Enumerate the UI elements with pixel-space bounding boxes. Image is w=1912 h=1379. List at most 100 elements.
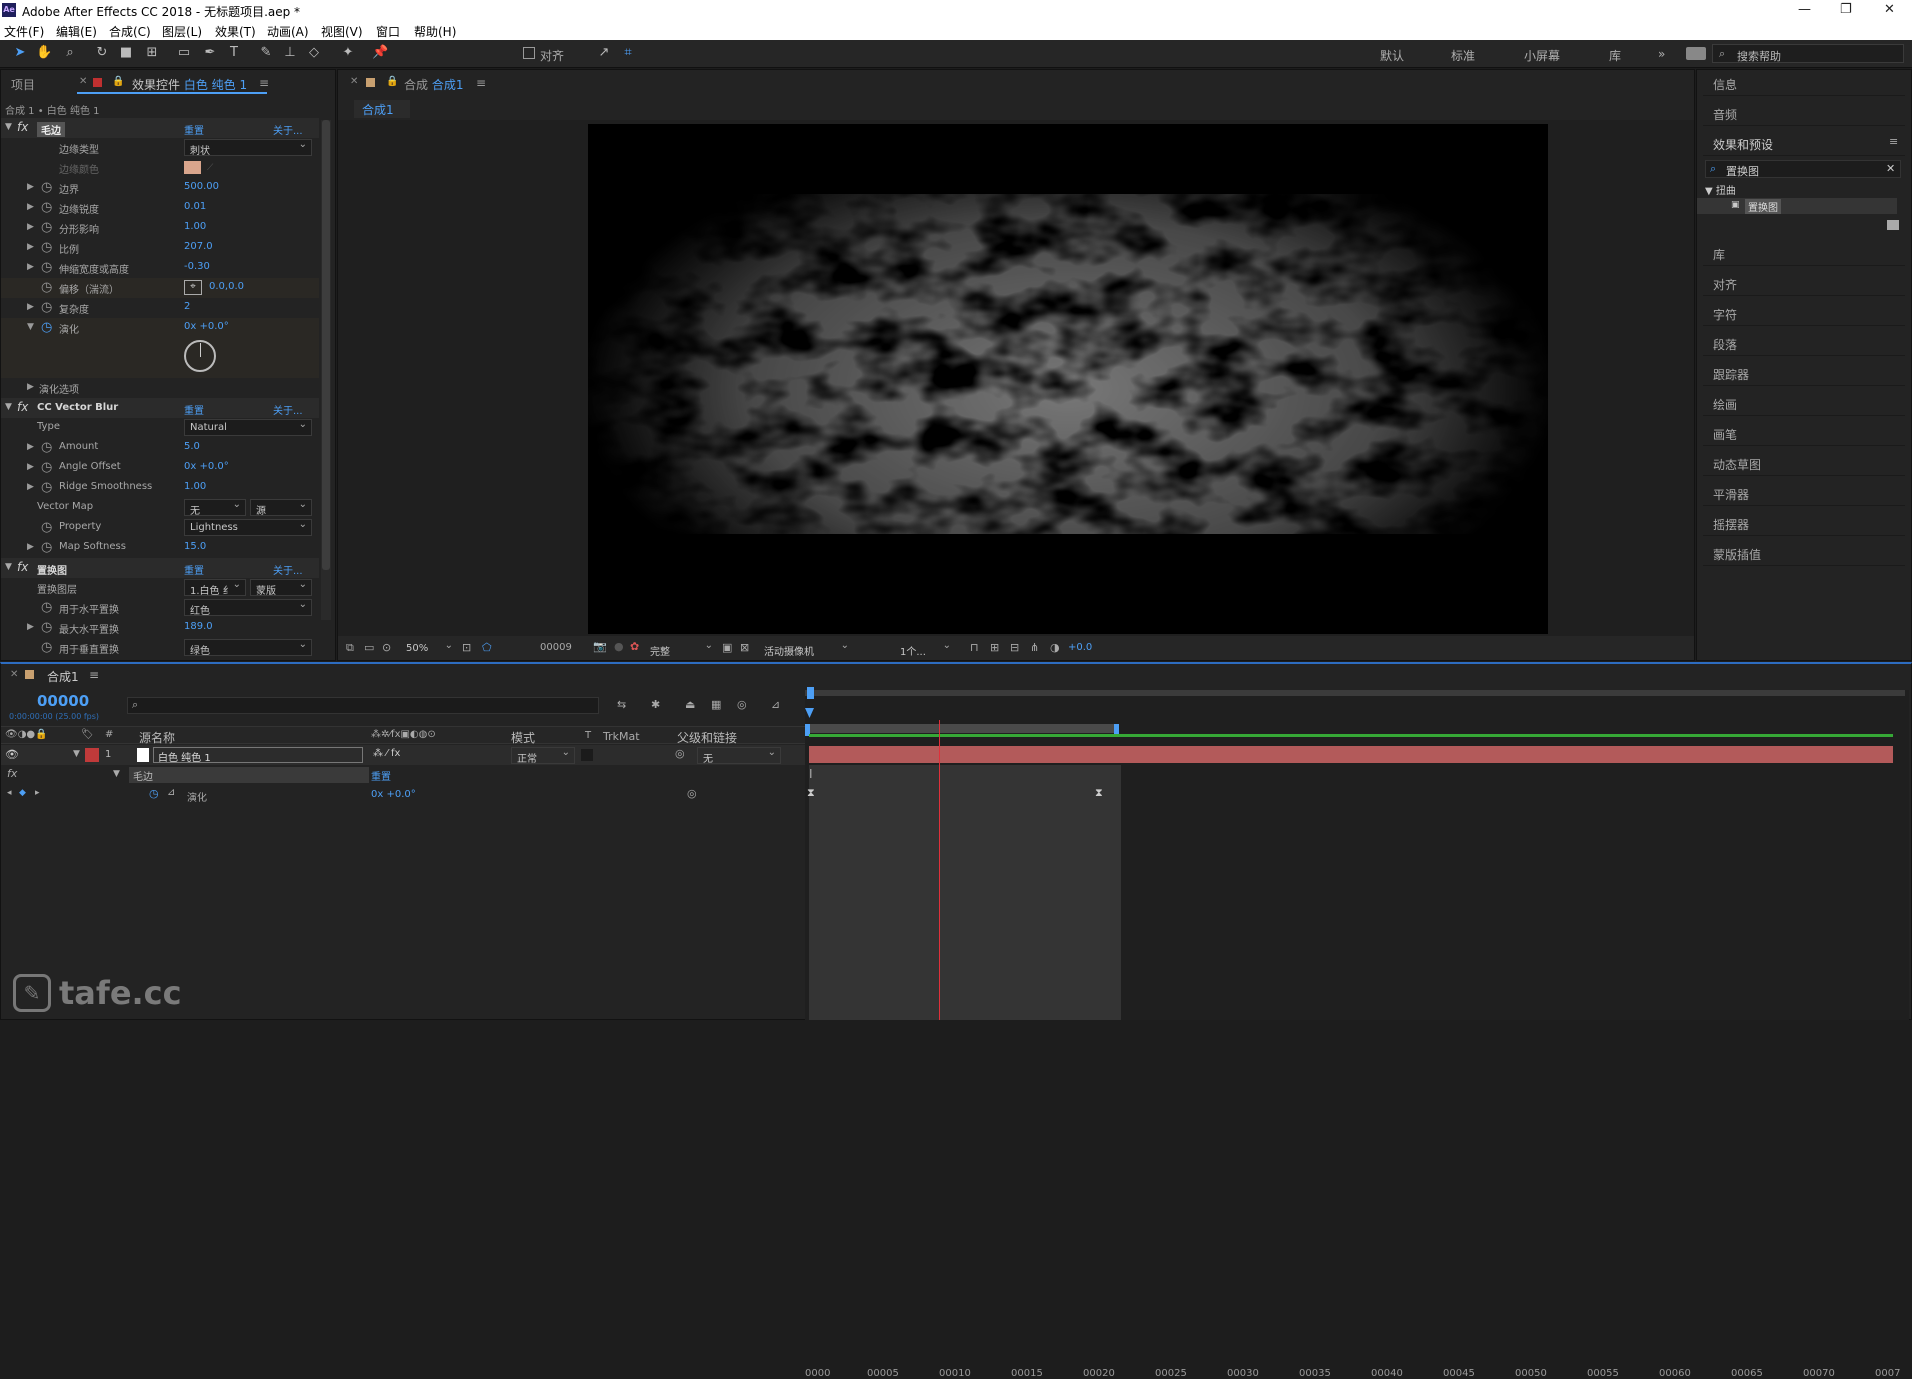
eyedropper-icon[interactable]: ⟋: [207, 163, 229, 173]
zoom-tool-icon[interactable]: ⌕: [62, 45, 78, 61]
tab-close-icon[interactable]: ✕: [79, 76, 87, 87]
layer-switches-icon[interactable]: ⁂ ⁄ fx: [373, 748, 400, 759]
menu-view[interactable]: 视图(V): [321, 23, 363, 40]
camera-tool-icon[interactable]: ■: [118, 45, 134, 61]
panel-motion-sketch[interactable]: 动态草图: [1703, 450, 1905, 476]
column-source-name[interactable]: 源名称: [139, 729, 175, 746]
panel-library[interactable]: 库: [1703, 240, 1905, 266]
align-checkbox[interactable]: [523, 47, 535, 59]
hand-tool-icon[interactable]: ✋: [36, 45, 52, 61]
edge-type-dropdown[interactable]: 刺状: [184, 139, 312, 157]
resolution-dropdown[interactable]: 完整: [644, 640, 718, 658]
menu-window[interactable]: 窗口: [376, 23, 400, 40]
lock-icon[interactable]: 🔒: [112, 76, 124, 87]
clone-stamp-tool-icon[interactable]: ⊥: [282, 45, 298, 61]
current-time-indicator[interactable]: [805, 708, 814, 718]
menu-effect[interactable]: 效果(T): [215, 23, 256, 40]
displacement-layer-dropdown[interactable]: 1.白色 纟: [184, 579, 246, 597]
panel-mask-interpolation[interactable]: 蒙版插值: [1703, 540, 1905, 566]
brush-tool-icon[interactable]: ✎: [258, 45, 274, 61]
parent-dropdown[interactable]: 无: [697, 747, 781, 765]
angle-dial[interactable]: [184, 340, 216, 372]
draft-3d-icon[interactable]: ⊞: [990, 641, 999, 654]
menu-animation[interactable]: 动画(A): [267, 23, 309, 40]
layer-name[interactable]: 白色 纯色 1: [153, 747, 363, 764]
tab-close-icon[interactable]: ✕: [10, 669, 18, 680]
panel-smoother[interactable]: 平滑器: [1703, 480, 1905, 506]
tab-project[interactable]: 项目: [11, 76, 35, 93]
camera-dropdown[interactable]: 活动摄像机: [758, 640, 854, 658]
graph-editor-icon[interactable]: ⊿: [771, 698, 780, 711]
vector-map-dropdown[interactable]: 无: [184, 499, 246, 517]
keyframe-end-icon[interactable]: ⧗: [1095, 786, 1103, 800]
visibility-eye-icon[interactable]: 👁: [5, 748, 19, 761]
restore-icon[interactable]: ❐: [1840, 2, 1852, 17]
reset-exposure-icon[interactable]: ◑: [1050, 641, 1060, 654]
scrollbar[interactable]: [321, 120, 331, 620]
panel-wiggler[interactable]: 摇摆器: [1703, 510, 1905, 536]
help-search-input[interactable]: ⌕ 搜索帮助: [1712, 44, 1904, 63]
pan-behind-tool-icon[interactable]: ⊞: [144, 45, 160, 61]
menu-composition[interactable]: 合成(C): [109, 23, 151, 40]
panel-align[interactable]: 对齐: [1703, 270, 1905, 296]
about-link[interactable]: 关于...: [273, 402, 303, 417]
prop-evolution[interactable]: ▼ ◷ 演化 0x +0.0°: [1, 318, 319, 378]
fx-icon[interactable]: fx: [7, 767, 17, 780]
snap-options-icon[interactable]: ⌗: [620, 45, 636, 61]
panel-audio[interactable]: 音频: [1703, 100, 1905, 126]
more-workspaces-icon[interactable]: »: [1658, 47, 1665, 61]
color-swatch[interactable]: [184, 161, 201, 174]
expand-icon[interactable]: ▼: [73, 749, 80, 759]
timeline-graph[interactable]: I ⧗ ⧗: [805, 687, 1909, 1020]
vector-map-source-dropdown[interactable]: 源: [250, 499, 312, 517]
comp-subtab[interactable]: 合成1: [354, 100, 410, 118]
eraser-tool-icon[interactable]: ◇: [306, 45, 322, 61]
prop-edge-sharpness[interactable]: ▶ ◷ 边缘锐度 0.01: [1, 198, 319, 218]
menu-edit[interactable]: 编辑(E): [56, 23, 97, 40]
minimize-icon[interactable]: —: [1798, 2, 1811, 17]
about-link[interactable]: 关于...: [273, 562, 303, 577]
next-keyframe-icon[interactable]: ▸: [35, 788, 40, 798]
rectangle-tool-icon[interactable]: ▭: [176, 45, 192, 61]
tab-composition[interactable]: 合成 合成1: [404, 76, 463, 93]
prop-evolution-options[interactable]: ▶ 演化选项: [1, 378, 319, 398]
expand-icon[interactable]: ▼: [113, 769, 120, 779]
type-dropdown[interactable]: Natural: [184, 419, 312, 436]
work-area-navigator[interactable]: [805, 690, 1905, 696]
comp-canvas[interactable]: [588, 124, 1548, 634]
comp-mini-flowchart-icon[interactable]: ⇆: [617, 698, 626, 711]
reset-button[interactable]: 重置: [184, 122, 204, 137]
clear-search-icon[interactable]: ✕: [1886, 162, 1895, 175]
column-mode[interactable]: 模式: [511, 729, 535, 746]
prev-keyframe-icon[interactable]: ◂: [7, 788, 12, 798]
timeline-icon[interactable]: ⊟: [1010, 641, 1019, 654]
type-tool-icon[interactable]: T: [226, 45, 242, 61]
panel-tracker[interactable]: 跟踪器: [1703, 360, 1905, 386]
current-frame[interactable]: 00009: [540, 642, 572, 653]
panel-menu-icon[interactable]: ≡: [89, 668, 99, 682]
panel-menu-icon[interactable]: ≡: [1889, 135, 1898, 148]
panel-menu-icon[interactable]: ≡: [476, 76, 486, 90]
property-row[interactable]: ◂ ◆ ▸ ◷ ⊿ 演化 0x +0.0° ◎: [1, 785, 805, 805]
reset-button[interactable]: 重置: [184, 562, 204, 577]
menu-help[interactable]: 帮助(H): [414, 23, 456, 40]
column-trkmat[interactable]: TrkMat: [603, 730, 640, 743]
layer-row[interactable]: 👁 ▼ 1 白色 纯色 1 ⁂ ⁄ fx 正常 ◎ 无: [1, 745, 805, 765]
current-timecode[interactable]: 00000: [37, 692, 89, 710]
workspace-standard[interactable]: 标准: [1451, 47, 1475, 64]
sync-settings-icon[interactable]: [1686, 47, 1706, 60]
tab-effect-controls[interactable]: 效果控件 白色 纯色 1: [132, 76, 247, 93]
preserve-transparency-checkbox[interactable]: [581, 749, 593, 761]
workspace-library[interactable]: 库: [1609, 47, 1621, 64]
mask-visibility-icon[interactable]: ⬠: [482, 641, 492, 654]
timeline-tab[interactable]: 合成1: [47, 668, 79, 685]
region-icon[interactable]: ▣: [722, 641, 732, 654]
vertical-dropdown[interactable]: 绿色: [184, 639, 312, 657]
reset-button[interactable]: 重置: [184, 402, 204, 417]
draft-3d-icon[interactable]: ✱: [651, 698, 660, 711]
fx-icon[interactable]: fx: [17, 120, 28, 134]
new-bin-icon[interactable]: [1887, 220, 1899, 230]
prop-stretch[interactable]: ▶ ◷ 伸缩宽度或高度 -0.30: [1, 258, 319, 278]
workspace-default[interactable]: 默认: [1380, 47, 1404, 64]
frame-blending-icon[interactable]: ▦: [711, 698, 721, 711]
